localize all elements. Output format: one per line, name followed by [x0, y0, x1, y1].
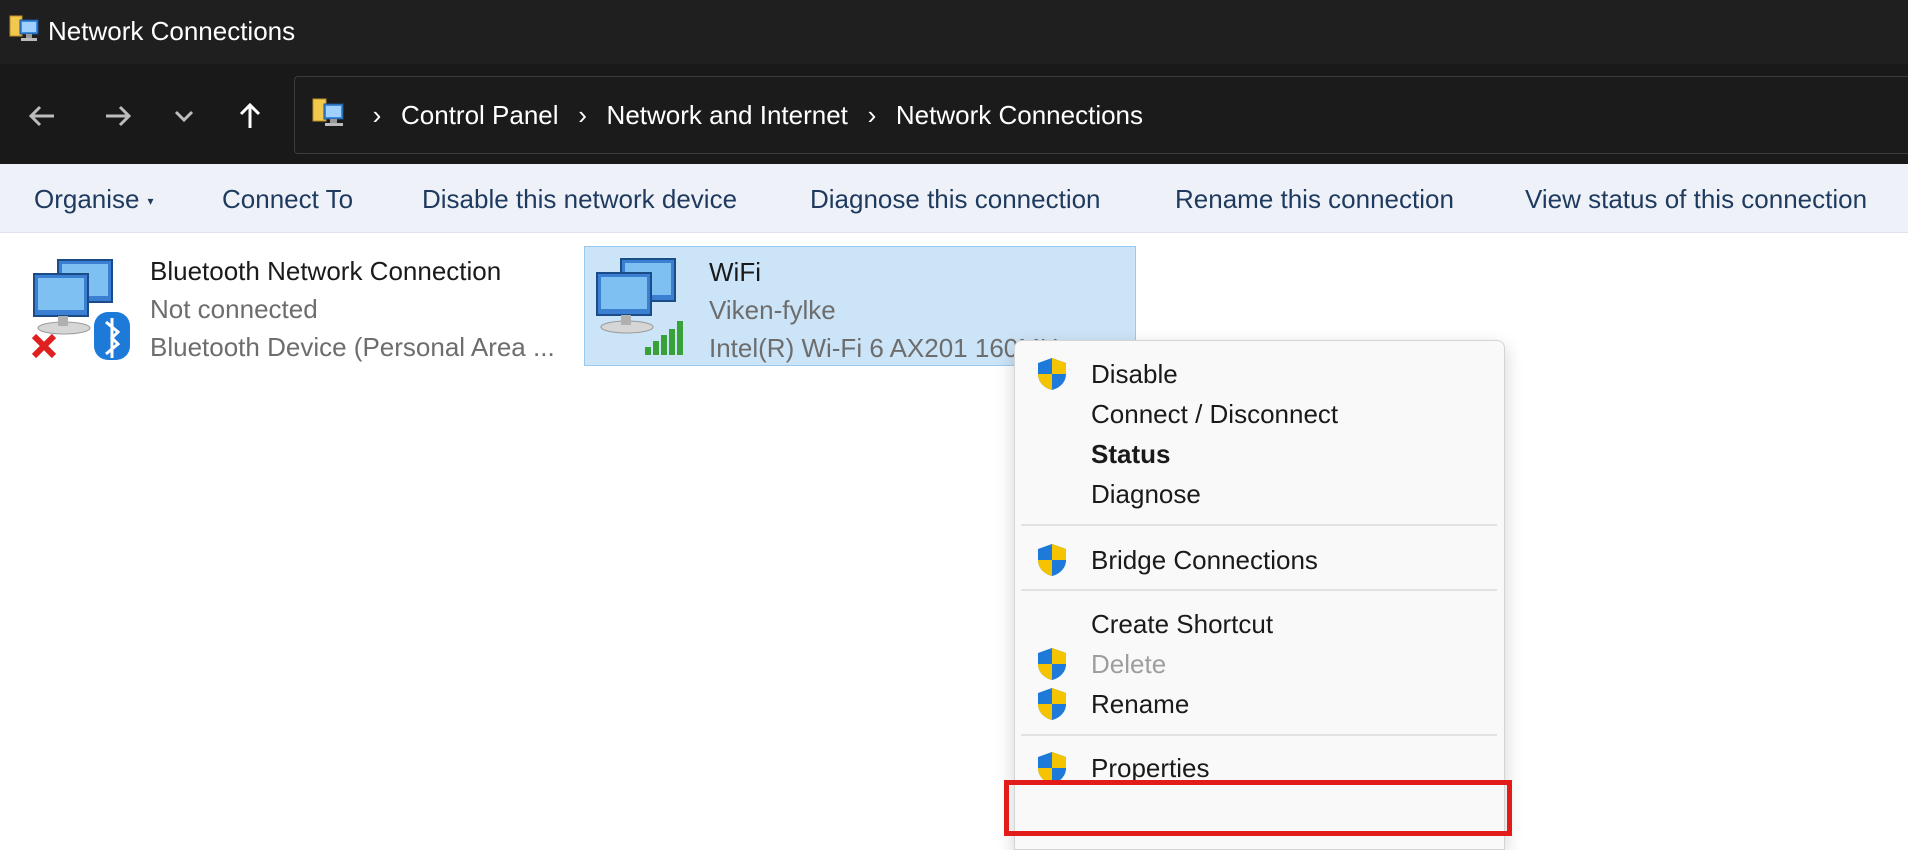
- chevron-down-icon: [174, 110, 194, 123]
- menu-item-label: Status: [1091, 439, 1171, 469]
- disable-device-button[interactable]: Disable this network device: [422, 184, 737, 215]
- navigation-bar: › Control Panel › Network and Internet ›…: [0, 64, 1908, 164]
- breadcrumb-network-connections[interactable]: Network Connections: [894, 100, 1145, 131]
- address-bar[interactable]: › Control Panel › Network and Internet ›…: [294, 76, 1908, 154]
- menu-separator: [1021, 734, 1497, 736]
- menu-item-diagnose[interactable]: Diagnose: [1015, 471, 1504, 519]
- menu-item-rename[interactable]: Rename: [1015, 681, 1504, 729]
- breadcrumb-control-panel[interactable]: Control Panel: [399, 100, 561, 131]
- wifi-network-connection-icon: [596, 258, 683, 355]
- uac-shield-icon: [1038, 688, 1066, 720]
- uac-shield-icon: [1038, 648, 1066, 680]
- properties-highlight-box: [1004, 780, 1512, 836]
- arrow-up-icon: [239, 102, 261, 128]
- chevron-right-icon: ›: [372, 99, 382, 130]
- view-status-button[interactable]: View status of this connection: [1525, 184, 1867, 215]
- context-menu: Disable Connect / Disconnect Status Diag…: [1014, 340, 1505, 850]
- caret-down-icon: ▾: [147, 194, 154, 209]
- menu-item-label: Disable: [1091, 359, 1178, 389]
- chevron-right-icon: ›: [578, 99, 587, 130]
- menu-item-label: Create Shortcut: [1091, 609, 1274, 639]
- menu-item-label: Diagnose: [1091, 479, 1201, 509]
- organise-label: Organise: [34, 184, 140, 214]
- arrow-left-icon: [28, 105, 54, 127]
- control-panel-icon: [312, 98, 344, 126]
- connection-name: WiFi: [709, 257, 761, 287]
- up-button[interactable]: [228, 94, 272, 138]
- menu-separator: [1021, 589, 1497, 591]
- connection-status: Not connected: [150, 294, 318, 324]
- forward-button[interactable]: [96, 94, 140, 138]
- uac-shield-icon: [1038, 358, 1066, 390]
- breadcrumb-network-and-internet[interactable]: Network and Internet: [605, 100, 850, 131]
- chevron-right-icon: ›: [867, 99, 877, 130]
- uac-shield-icon: [1038, 544, 1066, 576]
- arrow-right-icon: [106, 105, 132, 127]
- command-bar: Organise ▾ Connect To Disable this networ…: [0, 164, 1908, 233]
- connect-to-button[interactable]: Connect To: [222, 184, 353, 215]
- connection-item-bluetooth[interactable]: Bluetooth Network Connection Not connect…: [28, 246, 568, 364]
- title-bar: Network Connections: [0, 0, 1908, 64]
- menu-item-label: Connect / Disconnect: [1091, 399, 1339, 429]
- menu-item-label: Rename: [1091, 689, 1190, 719]
- rename-connection-button[interactable]: Rename this connection: [1175, 184, 1454, 215]
- recent-locations-button[interactable]: [162, 94, 206, 138]
- menu-item-label: Bridge Connections: [1091, 545, 1318, 575]
- menu-separator: [1021, 524, 1497, 526]
- bluetooth-network-connection-icon: [31, 259, 130, 360]
- menu-item-label: Delete: [1091, 649, 1167, 679]
- network-connections-icon: [9, 15, 39, 41]
- connection-name: Bluetooth Network Connection: [150, 256, 502, 286]
- organise-button[interactable]: Organise ▾: [34, 184, 154, 215]
- diagnose-connection-button[interactable]: Diagnose this connection: [810, 184, 1101, 215]
- breadcrumb: › Control Panel › Network and Internet ›…: [355, 77, 1145, 153]
- connection-status: Viken-fylke: [709, 295, 836, 325]
- window-title: Network Connections: [48, 16, 296, 46]
- back-button[interactable]: [20, 94, 64, 138]
- menu-item-bridge-connections[interactable]: Bridge Connections: [1015, 537, 1504, 585]
- connection-device: Bluetooth Device (Personal Area ...: [150, 332, 555, 362]
